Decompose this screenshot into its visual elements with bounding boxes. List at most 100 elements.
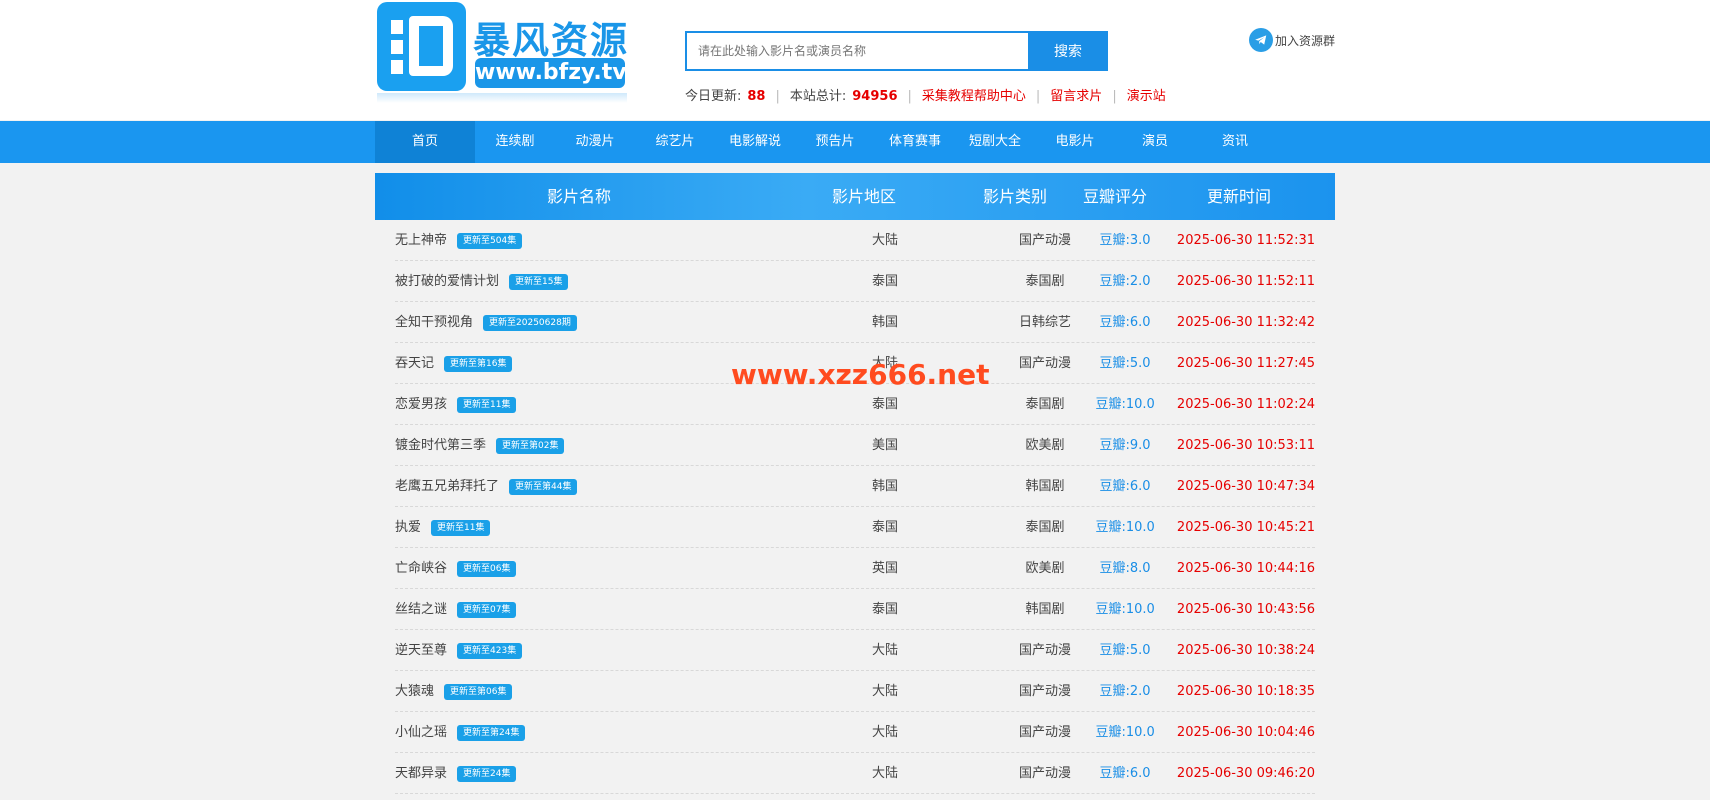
table-body: 无上神帝 更新至504集 大陆 国产动漫 豆瓣:3.0 2025-06-30 11:52:…: [375, 220, 1335, 794]
update-badge: 更新至07集: [457, 601, 517, 618]
video-title-link[interactable]: 老鹰五兄弟拜托了 更新至第44集: [395, 466, 578, 507]
demo-site-link[interactable]: 演示站: [1127, 89, 1166, 104]
video-area: 大陆: [872, 766, 899, 781]
video-title-link[interactable]: 大猿魂 更新至第06集: [395, 671, 513, 712]
video-title-link[interactable]: 镀金时代第三季 更新至第02集: [395, 425, 565, 466]
total-count: 94956: [852, 89, 898, 104]
video-title: 无上神帝: [395, 233, 448, 248]
divider: |: [1112, 89, 1117, 104]
nav-item-home[interactable]: 首页: [375, 121, 475, 163]
table-row: 天都异录 更新至24集 大陆 国产动漫 豆瓣:6.0 2025-06-30 09:46:2…: [395, 753, 1315, 794]
video-title-link[interactable]: 无上神帝 更新至504集: [395, 220, 523, 261]
nav-item-news[interactable]: 资讯: [1195, 121, 1275, 163]
video-title: 逆天至尊: [395, 643, 448, 658]
video-title: 恋爱男孩: [395, 397, 448, 412]
search-input[interactable]: [685, 31, 1028, 71]
update-time: 2025-06-30 10:43:56: [1176, 602, 1315, 617]
update-time: 2025-06-30 10:04:46: [1176, 725, 1315, 740]
update-badge: 更新至第06集: [444, 683, 513, 700]
table-row: 被打破的爱情计划 更新至15集 泰国 泰国剧 豆瓣:2.0 2025-06-30 11:5…: [395, 261, 1315, 302]
video-area: 美国: [872, 438, 899, 453]
douban-score: 豆瓣:3.0: [1099, 233, 1151, 248]
video-title: 亡命峡谷: [395, 561, 448, 576]
video-title-link[interactable]: 执爱 更新至11集: [395, 507, 491, 548]
video-area: 大陆: [872, 684, 899, 699]
video-title: 大猿魂: [395, 684, 435, 699]
table-row: 大猿魂 更新至第06集 大陆 国产动漫 豆瓣:2.0 2025-06-30 10:18:3…: [395, 671, 1315, 712]
video-category: 泰国剧: [1025, 520, 1065, 535]
nav-item-sports[interactable]: 体育赛事: [875, 121, 955, 163]
update-badge: 更新至504集: [457, 232, 523, 249]
video-title-link[interactable]: 恋爱男孩 更新至11集: [395, 384, 517, 425]
douban-score: 豆瓣:9.0: [1099, 438, 1151, 453]
table-row: 执爱 更新至11集 泰国 泰国剧 豆瓣:10.0 2025-06-30 10:45:21: [395, 507, 1315, 548]
video-title: 老鹰五兄弟拜托了: [395, 479, 500, 494]
video-category: 泰国剧: [1025, 397, 1065, 412]
douban-score: 豆瓣:8.0: [1099, 561, 1151, 576]
join-group-link[interactable]: 加入资源群: [1249, 28, 1335, 52]
watermark: www.xzz666.net: [731, 358, 990, 391]
video-title-link[interactable]: 亡命峡谷 更新至06集: [395, 548, 517, 589]
video-title: 小仙之瑶: [395, 725, 448, 740]
update-badge: 更新至第02集: [496, 437, 565, 454]
table-row: 小仙之瑶 更新至第24集 大陆 国产动漫 豆瓣:10.0 2025-06-30 10:04…: [395, 712, 1315, 753]
video-title-link[interactable]: 天都异录 更新至24集: [395, 753, 517, 794]
header-score: 豆瓣评分: [1083, 187, 1148, 206]
nav-item-trailers[interactable]: 预告片: [795, 121, 875, 163]
video-area: 韩国: [872, 479, 899, 494]
update-badge: 更新至11集: [457, 396, 517, 413]
video-area: 泰国: [872, 602, 899, 617]
today-update-count: 88: [747, 89, 766, 104]
update-time: 2025-06-30 10:38:24: [1176, 643, 1315, 658]
logo-reflection: [377, 93, 627, 103]
header-category: 影片类别: [983, 187, 1048, 206]
nav-item-actors[interactable]: 演员: [1115, 121, 1195, 163]
video-area: 泰国: [872, 520, 899, 535]
update-time: 2025-06-30 09:46:20: [1176, 766, 1315, 781]
update-badge: 更新至423集: [457, 642, 523, 659]
divider: |: [907, 89, 912, 104]
nav-item-anime[interactable]: 动漫片: [555, 121, 635, 163]
douban-score: 豆瓣:2.0: [1099, 274, 1151, 289]
video-title-link[interactable]: 吞天记 更新至第16集: [395, 343, 513, 384]
video-category: 国产动漫: [1018, 684, 1072, 699]
video-title-link[interactable]: 全知干预视角 更新至20250628期: [395, 302, 577, 343]
header-area: 影片地区: [832, 187, 897, 206]
update-time: 2025-06-30 10:44:16: [1176, 561, 1315, 576]
site-logo[interactable]: 暴风资源 www.bfzy.tv: [375, 2, 635, 103]
total-label: 本站总计:: [789, 89, 847, 104]
video-title-link[interactable]: 被打破的爱情计划 更新至15集: [395, 261, 569, 302]
video-title-link[interactable]: 丝结之谜 更新至07集: [395, 589, 517, 630]
request-link[interactable]: 留言求片: [1050, 89, 1102, 104]
divider: |: [775, 89, 780, 104]
help-center-link[interactable]: 采集教程帮助中心: [922, 89, 1026, 104]
update-badge: 更新至15集: [509, 273, 569, 290]
video-category: 欧美剧: [1025, 561, 1065, 576]
header-time: 更新时间: [1207, 187, 1272, 206]
video-list-table: 影片名称 影片地区 影片类别 豆瓣评分 更新时间 无上神帝 更新至504集 大陆 国产…: [375, 173, 1335, 794]
update-time: 2025-06-30 10:45:21: [1176, 520, 1315, 535]
logo-title: 暴风资源: [473, 19, 629, 62]
search-button[interactable]: 搜索: [1028, 31, 1108, 71]
video-category: 泰国剧: [1025, 274, 1065, 289]
nav-item-short-drama[interactable]: 短剧大全: [955, 121, 1035, 163]
nav-item-series[interactable]: 连续剧: [475, 121, 555, 163]
video-title: 全知干预视角: [395, 315, 474, 330]
nav-item-movies[interactable]: 电影片: [1035, 121, 1115, 163]
update-badge: 更新至06集: [457, 560, 517, 577]
join-group-label: 加入资源群: [1275, 33, 1336, 48]
update-badge: 更新至20250628期: [483, 314, 577, 331]
douban-score: 豆瓣:10.0: [1095, 725, 1155, 740]
table-row: 逆天至尊 更新至423集 大陆 国产动漫 豆瓣:5.0 2025-06-30 10:38:…: [395, 630, 1315, 671]
video-title-link[interactable]: 小仙之瑶 更新至第24集: [395, 712, 526, 753]
divider: |: [1035, 89, 1041, 104]
nav-item-variety[interactable]: 综艺片: [635, 121, 715, 163]
douban-score: 豆瓣:10.0: [1095, 602, 1155, 617]
table-row: 丝结之谜 更新至07集 泰国 韩国剧 豆瓣:10.0 2025-06-30 10:43:5…: [395, 589, 1315, 630]
video-category: 欧美剧: [1025, 438, 1065, 453]
video-category: 国产动漫: [1018, 643, 1072, 658]
douban-score: 豆瓣:10.0: [1095, 520, 1155, 535]
update-badge: 更新至第16集: [444, 355, 513, 372]
nav-item-movie-commentary[interactable]: 电影解说: [715, 121, 795, 163]
video-title-link[interactable]: 逆天至尊 更新至423集: [395, 630, 523, 671]
